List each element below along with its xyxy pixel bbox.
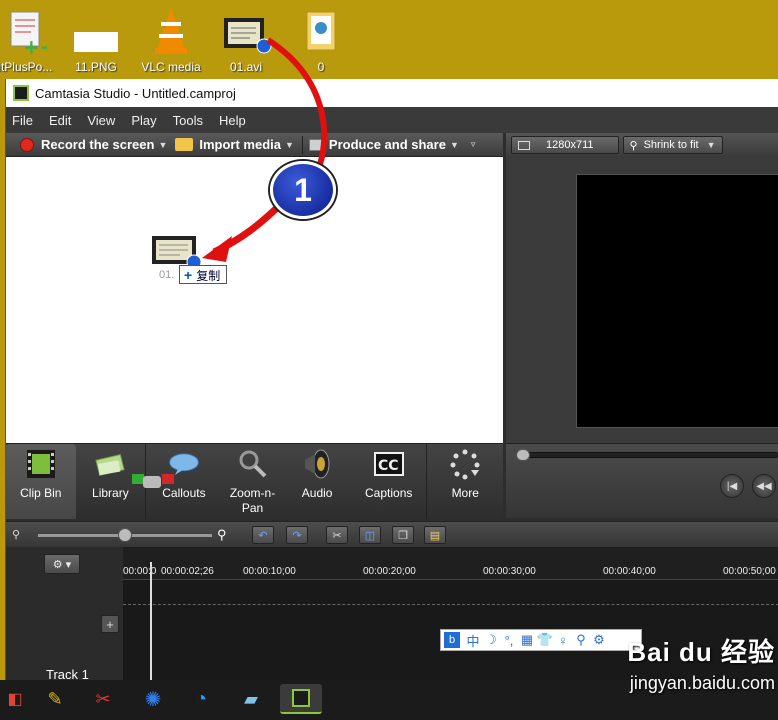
annotation-arrow [202, 37, 328, 262]
watermark-url: jingyan.baidu.com [629, 673, 775, 693]
baidu-watermark: Bai du 经验 jingyan.baidu.com [590, 632, 775, 694]
watermark-brand: Bai du 经验 [627, 637, 775, 667]
step-number-badge: 1 [270, 161, 336, 219]
